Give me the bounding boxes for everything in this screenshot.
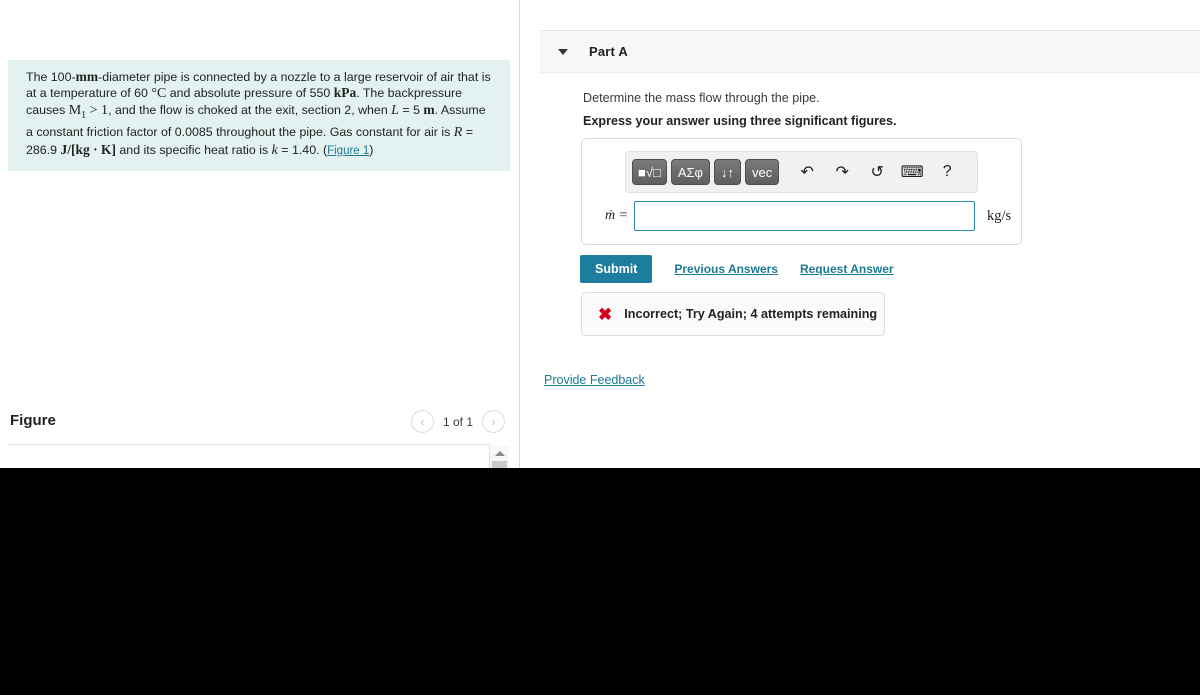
problem-statement-text: The 100-mm-diameter pipe is connected by… [26, 69, 492, 159]
unit-kpa: kPa [333, 85, 357, 101]
variable-gas-constant: R [453, 125, 463, 141]
submit-button[interactable]: Submit [580, 255, 653, 283]
statement-fragment-9: and its specific heat ratio is [115, 142, 272, 157]
keyboard-icon[interactable]: ⌨ [898, 159, 926, 185]
undo-icon[interactable]: ↶ [793, 159, 821, 185]
help-icon[interactable]: ? [933, 159, 961, 185]
vector-button[interactable]: vec [744, 159, 780, 185]
scroll-up-icon[interactable] [490, 446, 509, 460]
figure-scrollbar[interactable] [489, 446, 509, 471]
problem-statement-panel: The 100-mm-diameter pipe is connected by… [0, 0, 519, 471]
incorrect-x-icon: ✖ [598, 304, 613, 324]
part-a-header[interactable]: Part A [540, 30, 1200, 73]
figure-counter: 1 of 1 [442, 414, 474, 429]
statement-fragment-6: = 5 [398, 103, 424, 118]
figure-divider [8, 444, 490, 445]
math-toolbar: ■√□ ΑΣφ ↓↑ vec ↶ ↷ ↺ ⌨ ? [625, 151, 978, 193]
math-template-button[interactable]: ■√□ [632, 159, 667, 185]
request-answer-link[interactable]: Request Answer [800, 262, 894, 276]
unit-degree-celsius: °C [151, 86, 167, 102]
mach-relation: > 1 [86, 103, 109, 119]
answer-unit-label: kg/s [987, 207, 1012, 224]
figure-title: Figure [10, 412, 56, 429]
figure-prev-icon[interactable]: ‹ [411, 410, 434, 433]
greek-symbols-button[interactable]: ΑΣφ [670, 159, 710, 185]
previous-answers-link[interactable]: Previous Answers [674, 262, 778, 276]
unit-meter: m [423, 102, 435, 118]
answer-variable-label: ṁ = [604, 208, 628, 223]
provide-feedback-link[interactable]: Provide Feedback [544, 373, 645, 387]
statement-fragment-1: The 100- [26, 70, 76, 84]
part-a-label: Part A [589, 44, 629, 59]
sigfig-instruction: Express your answer using three signific… [583, 114, 897, 128]
unit-mm: mm [75, 69, 99, 84]
question-prompt: Determine the mass flow through the pipe… [583, 91, 820, 105]
submit-row: Submit Previous Answers Request Answer [580, 255, 894, 283]
reset-icon[interactable]: ↺ [863, 159, 891, 185]
empty-black-region [0, 470, 1200, 695]
answer-input-row: ṁ = kg/s [594, 201, 1014, 231]
figure-1-link[interactable]: Figure 1 [327, 145, 369, 157]
variable-length: L [391, 103, 399, 119]
statement-fragment-5: , and the flow is choked at the exit, se… [108, 103, 392, 118]
unit-gas-constant: J/[kg · K] [60, 141, 116, 157]
statement-fragment-3: and absolute pressure of 550 [166, 86, 334, 101]
figure-navigation: ‹ 1 of 1 › [411, 410, 505, 433]
statement-fragment-11: ) [369, 142, 374, 157]
answer-input[interactable] [634, 201, 975, 231]
problem-statement-box: The 100-mm-diameter pipe is connected by… [8, 60, 510, 171]
sort-arrows-button[interactable]: ↓↑ [713, 159, 741, 185]
statement-fragment-10: = 1.40. ( [277, 142, 328, 157]
problem-page: The 100-mm-diameter pipe is connected by… [0, 0, 1200, 471]
mach-symbol: M [68, 103, 82, 119]
redo-icon[interactable]: ↷ [828, 159, 856, 185]
answer-panel: Part A Determine the mass flow through t… [520, 0, 1200, 470]
chevron-down-icon[interactable] [558, 48, 568, 55]
result-message: Incorrect; Try Again; 4 attempts remaini… [624, 307, 878, 321]
figure-header: Figure ‹ 1 of 1 › [0, 406, 519, 444]
variable-mach: M1 [68, 103, 86, 121]
answer-entry-card: ■√□ ΑΣφ ↓↑ vec ↶ ↷ ↺ ⌨ ? ṁ = kg/s [581, 138, 1022, 245]
figure-next-icon[interactable]: › [482, 410, 505, 433]
result-feedback-box: ✖ Incorrect; Try Again; 4 attempts remai… [581, 292, 885, 336]
